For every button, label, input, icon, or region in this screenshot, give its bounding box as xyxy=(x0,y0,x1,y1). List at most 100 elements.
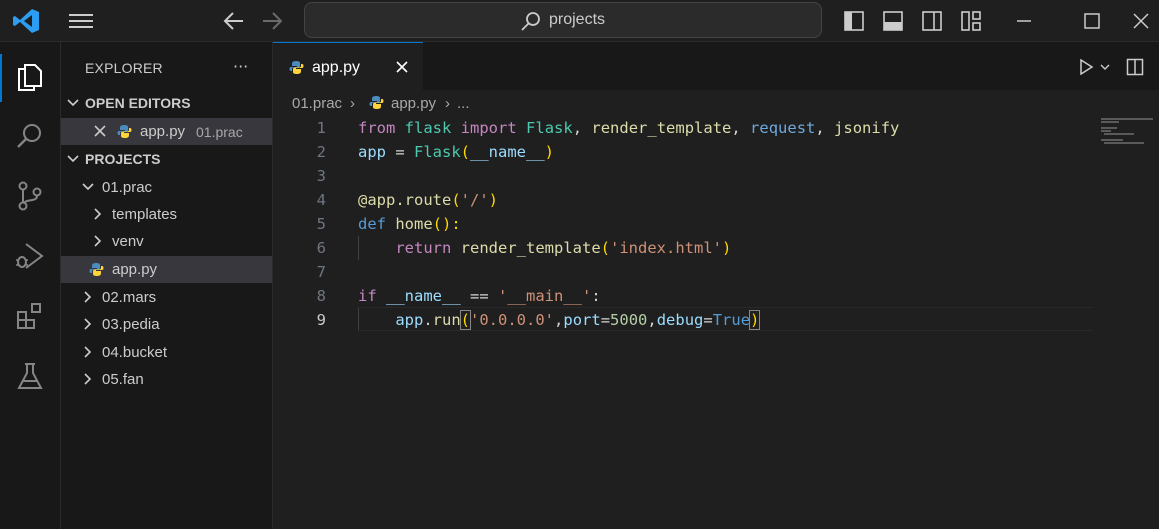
open-editor-name: app.py xyxy=(140,123,186,140)
folder-item[interactable]: 02.mars xyxy=(61,284,272,311)
code-editor[interactable]: 1 from flask import Flask, render_templa… xyxy=(273,116,1159,529)
activity-bar xyxy=(0,42,61,529)
python-file-icon xyxy=(369,96,384,109)
split-editor-icon[interactable] xyxy=(1126,58,1144,76)
open-editors-section[interactable]: OPEN EDITORS xyxy=(61,90,272,117)
minimap-line xyxy=(1101,139,1123,141)
projects-header: PROJECTS xyxy=(85,151,161,167)
toggle-secondary-sidebar-icon[interactable] xyxy=(921,10,943,32)
testing-flask-icon[interactable] xyxy=(14,360,46,392)
extensions-icon[interactable] xyxy=(14,300,46,332)
folder-name: 04.bucket xyxy=(102,344,168,361)
chevron-down-icon[interactable] xyxy=(1100,62,1110,72)
minimap-line xyxy=(1104,133,1134,135)
code-text: app = Flask(__name__) xyxy=(358,143,555,161)
explorer-files-icon[interactable] xyxy=(14,60,46,92)
line-number: 4 xyxy=(316,191,326,209)
toggle-primary-sidebar-icon[interactable] xyxy=(843,10,865,32)
minimap-line xyxy=(1101,127,1117,129)
line-number: 9 xyxy=(316,311,326,329)
line-number: 7 xyxy=(316,263,326,281)
open-editors-header: OPEN EDITORS xyxy=(85,95,191,111)
folder-item[interactable]: 05.fan xyxy=(61,366,272,393)
minimap[interactable] xyxy=(1101,116,1159,156)
folder-item[interactable]: templates xyxy=(61,201,272,228)
python-file-icon xyxy=(89,263,104,276)
folder-item[interactable]: 04.bucket xyxy=(61,339,272,366)
chevron-right-icon: › xyxy=(350,95,355,112)
chevron-right-icon xyxy=(84,318,92,330)
code-line: 4 @app.route('/') xyxy=(273,188,1093,212)
tab-bar: app.py xyxy=(273,42,1159,90)
chevron-right-icon xyxy=(84,346,92,358)
run-python-file-icon[interactable] xyxy=(1078,59,1094,75)
code-line: 1 from flask import Flask, render_templa… xyxy=(273,116,1093,140)
code-line: 2 app = Flask(__name__) xyxy=(273,140,1093,164)
customize-layout-icon[interactable] xyxy=(960,10,982,32)
line-number: 8 xyxy=(316,287,326,305)
folder-name: 01.prac xyxy=(102,179,153,196)
minimap-line xyxy=(1101,118,1153,120)
line-number: 3 xyxy=(316,167,326,185)
hamburger-menu-icon[interactable] xyxy=(68,11,94,31)
explorer-title: EXPLORER xyxy=(85,60,163,76)
code-line: 6 return render_template('index.html') xyxy=(273,236,1093,260)
chevron-right-icon xyxy=(94,208,102,220)
code-text: if __name__ == '__main__': xyxy=(358,287,601,305)
folder-item[interactable]: venv xyxy=(61,228,272,255)
forward-arrow-icon[interactable] xyxy=(260,10,284,32)
minimap-line xyxy=(1104,142,1144,144)
code-text: from flask import Flask, render_template… xyxy=(358,119,900,137)
line-number: 5 xyxy=(316,215,326,233)
code-text: app.run('0.0.0.0',port=5000,debug=True) xyxy=(395,310,761,330)
more-actions-button[interactable]: ··· xyxy=(233,57,248,76)
folder-item[interactable]: 01.prac xyxy=(61,174,272,201)
folder-name: 05.fan xyxy=(102,371,144,388)
file-item-selected[interactable]: app.py xyxy=(61,256,272,283)
folder-name: venv xyxy=(112,233,144,250)
explorer-sidebar: EXPLORER ··· OPEN EDITORS app.py 01.prac… xyxy=(61,42,273,529)
breadcrumb: 01.prac › app.py › ... xyxy=(273,90,1159,116)
folder-name: 03.pedia xyxy=(102,316,160,333)
back-arrow-icon[interactable] xyxy=(222,10,246,32)
line-number: 6 xyxy=(316,239,326,257)
line-number: 1 xyxy=(316,119,326,137)
run-and-debug-icon[interactable] xyxy=(14,240,46,272)
search-view-icon[interactable] xyxy=(14,120,46,152)
projects-section[interactable]: PROJECTS xyxy=(61,146,272,173)
minimize-icon[interactable] xyxy=(1013,10,1035,32)
chevron-down-icon xyxy=(82,183,94,191)
tab-app-py[interactable]: app.py xyxy=(273,42,423,90)
code-text: def home(): xyxy=(358,215,461,233)
source-control-icon[interactable] xyxy=(14,180,46,212)
breadcrumb-folder[interactable]: 01.prac xyxy=(292,95,342,112)
code-line: 8 if __name__ == '__main__': xyxy=(273,284,1093,308)
chevron-right-icon xyxy=(84,373,92,385)
code-line: 3 xyxy=(273,164,1093,188)
command-center-search[interactable]: projects xyxy=(304,2,822,38)
code-line: 7 xyxy=(273,260,1093,284)
editor-area: app.py 01.prac › app.py › ... 1 from fla… xyxy=(273,42,1159,529)
code-line: 5 def home(): xyxy=(273,212,1093,236)
open-editor-item[interactable]: app.py 01.prac xyxy=(61,118,272,145)
close-editor-icon[interactable] xyxy=(93,124,107,138)
toggle-panel-icon[interactable] xyxy=(882,10,904,32)
python-file-icon xyxy=(117,125,132,138)
folder-item[interactable]: 03.pedia xyxy=(61,311,272,338)
active-indicator xyxy=(0,54,2,102)
breadcrumb-file[interactable]: app.py xyxy=(391,95,436,112)
search-text: projects xyxy=(549,11,606,28)
minimap-line xyxy=(1101,121,1119,123)
chevron-down-icon xyxy=(67,155,79,163)
close-window-icon[interactable] xyxy=(1130,10,1152,32)
folder-name: templates xyxy=(112,206,178,223)
minimap-line xyxy=(1101,130,1111,132)
maximize-icon[interactable] xyxy=(1081,10,1103,32)
vscode-logo-icon[interactable] xyxy=(12,8,40,34)
close-tab-icon[interactable] xyxy=(395,60,409,74)
search-icon xyxy=(521,12,540,31)
title-bar: projects xyxy=(0,0,1159,42)
chevron-down-icon xyxy=(67,99,79,107)
code-text: @app.route('/') xyxy=(358,191,499,209)
breadcrumb-symbol[interactable]: ... xyxy=(457,95,470,112)
